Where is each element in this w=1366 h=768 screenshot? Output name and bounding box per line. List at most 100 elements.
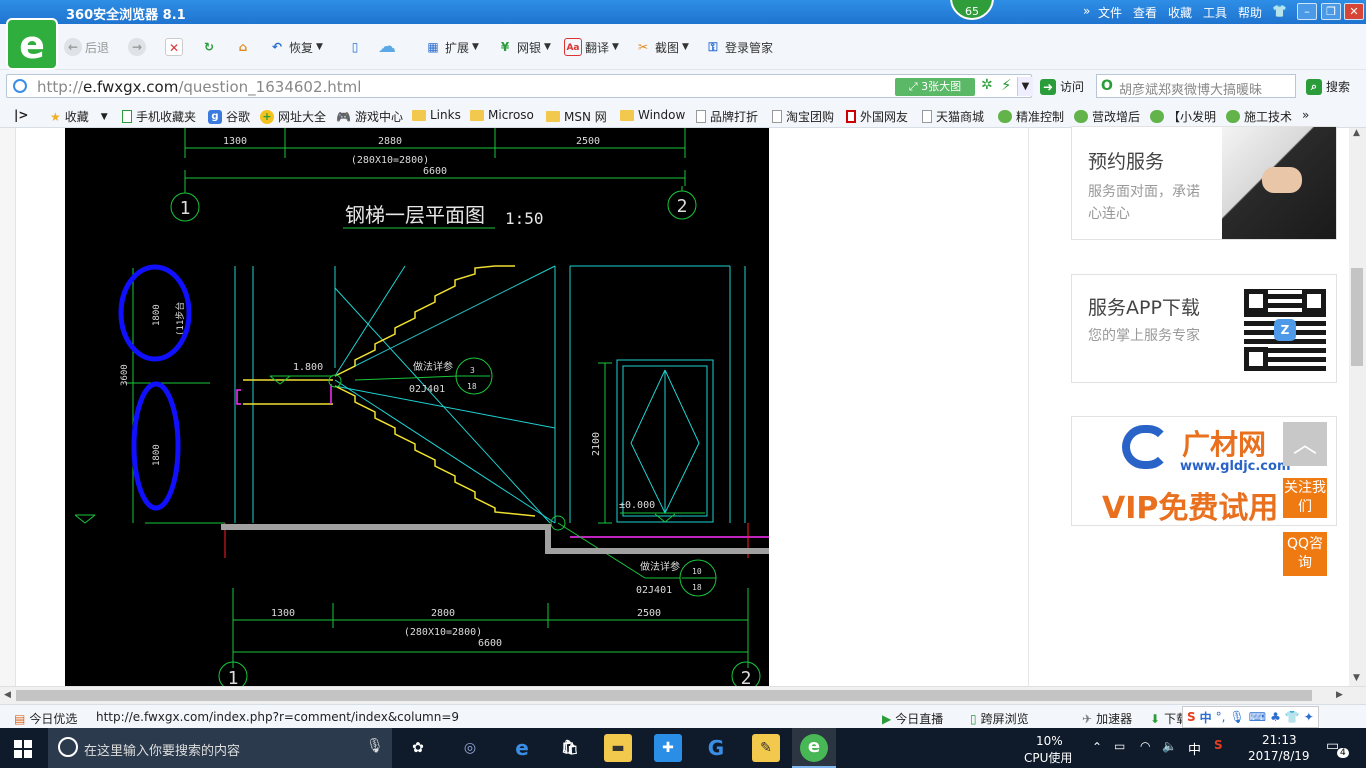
scroll-down-icon[interactable]: ▼	[1353, 673, 1360, 683]
login-manager-button[interactable]: ⚿ 登录管家	[704, 36, 773, 58]
star-icon: ★	[50, 109, 61, 124]
cad-drawing-title: 钢梯一层平面图	[345, 203, 485, 227]
browser-360-icon[interactable]: ◎	[456, 734, 484, 762]
bookmark-item[interactable]: 🎮 游戏中心	[336, 108, 403, 125]
today-picks-button[interactable]: ▤ 今日优选	[14, 710, 77, 727]
score-badge[interactable]: 65	[950, 0, 994, 20]
edge-icon[interactable]: e	[508, 734, 536, 762]
clock-date[interactable]: 2017/8/19	[1248, 749, 1310, 763]
vertical-scrollbar[interactable]: ▲ ▼	[1349, 128, 1366, 686]
taskbar-search[interactable]: 在这里输入你要搜索的内容 🎙	[48, 728, 392, 768]
bookmark-item[interactable]: 天猫商城	[922, 108, 984, 125]
screenshot-button[interactable]: ✂ 截图 ▼	[634, 36, 689, 58]
live-button[interactable]: ▶ 今日直播	[882, 710, 943, 727]
app-plus-icon[interactable]: ✚	[654, 734, 682, 762]
vertical-scroll-thumb[interactable]	[1351, 268, 1363, 366]
menu-view[interactable]: 查看	[1133, 4, 1157, 21]
clock-time[interactable]: 21:13	[1262, 733, 1297, 747]
cross-screen-button[interactable]: ▯ 跨屏浏览	[970, 710, 1029, 727]
visit-button[interactable]: ➜ 访问	[1040, 78, 1084, 95]
search-box[interactable]: O 胡彦斌郑爽微博大搞暖昧	[1096, 74, 1296, 98]
cloud-button[interactable]: ☁	[378, 36, 396, 58]
tray-expand-icon[interactable]: ⌃	[1092, 740, 1102, 754]
bookmark-item[interactable]: 精准控制	[998, 108, 1064, 125]
file-explorer-icon[interactable]: ▬	[604, 734, 632, 762]
menu-file[interactable]: 文件	[1098, 4, 1122, 21]
shirt-icon[interactable]: 👕	[1272, 4, 1287, 18]
stop-button[interactable]: ✕	[165, 36, 183, 58]
app-download-card[interactable]: 服务APP下载 您的掌上服务专家 Z	[1071, 274, 1337, 383]
bookmark-item[interactable]: 营改增后	[1074, 108, 1140, 125]
bookmark-item[interactable]: Links	[412, 108, 461, 122]
notepad-icon[interactable]: ✎	[752, 734, 780, 762]
address-url[interactable]: http://e.fwxgx.com/question_1634602.html	[37, 78, 361, 96]
scroll-left-icon[interactable]: ◀	[4, 690, 11, 700]
translate-button[interactable]: Aa 翻译 ▼	[564, 36, 619, 58]
windows-start-icon[interactable]	[14, 740, 32, 758]
menu-help[interactable]: 帮助	[1238, 4, 1262, 21]
browser-logo-icon[interactable]: e	[6, 18, 58, 70]
big-image-button[interactable]: ⤢ 3张大图	[895, 78, 975, 96]
back-to-top-button[interactable]: ︿	[1283, 422, 1327, 466]
sidebar-toggle-icon[interactable]: |>	[14, 108, 28, 122]
store-icon[interactable]: 🛍	[556, 734, 584, 762]
menu-tools[interactable]: 工具	[1203, 4, 1227, 21]
sogou-tray-icon[interactable]: S	[1214, 738, 1223, 752]
ime-indicator[interactable]: 中	[1188, 739, 1201, 758]
scroll-up-icon[interactable]: ▲	[1353, 128, 1360, 138]
cad-detail-std-1: 02J401	[409, 384, 445, 395]
close-button[interactable]: ✕	[1344, 3, 1364, 20]
bookmark-item[interactable]: g 谷歌	[208, 108, 250, 125]
bookmark-item[interactable]: Microso	[470, 108, 534, 122]
bookmark-item[interactable]: 施工技术	[1226, 108, 1292, 125]
wifi-icon[interactable]: ◠	[1140, 739, 1150, 753]
cad-axis-2-top: 2	[677, 196, 688, 217]
chevron-down-icon[interactable]: ▼	[1017, 77, 1033, 96]
follow-us-button[interactable]: 关注我们	[1283, 478, 1327, 518]
bookmark-item[interactable]: MSN 网	[546, 108, 607, 125]
bookmarks-overflow-icon[interactable]: »	[1302, 108, 1309, 122]
accelerator-button[interactable]: ✈ 加速器	[1082, 710, 1132, 727]
forward-button[interactable]: →	[128, 36, 146, 58]
microphone-icon[interactable]: 🎙	[366, 738, 384, 754]
yen-icon: ¥	[500, 40, 510, 54]
phone-button[interactable]: ▯	[346, 36, 364, 58]
bookmark-item[interactable]: 【小发明	[1150, 108, 1216, 125]
search-input[interactable]: 胡彦斌郑爽微博大搞暖昧	[1119, 79, 1293, 98]
scroll-right-icon[interactable]: ▶	[1336, 690, 1343, 700]
extensions-button[interactable]: ▦ 扩展 ▼	[424, 36, 479, 58]
bookmark-item[interactable]: 淘宝团购	[772, 108, 834, 125]
search-button[interactable]: ⌕ 搜索	[1306, 78, 1350, 95]
tray-device-icon[interactable]: ▭	[1114, 739, 1125, 753]
ime-toolbar[interactable]: S 中 °, 🎙 ⌨ ♣ 👕 ✦	[1182, 706, 1319, 728]
bookmark-item[interactable]: 品牌打折	[696, 108, 758, 125]
qq-consult-button[interactable]: QQ咨询	[1283, 532, 1327, 576]
restore-tabs-button[interactable]: ↶ 恢复 ▼	[268, 36, 323, 58]
chevron-double-icon[interactable]: »	[1083, 4, 1090, 18]
cad-dim-top-2: 2500	[576, 136, 600, 147]
bookmark-item[interactable]: 手机收藏夹	[122, 108, 196, 125]
home-button[interactable]: ⌂	[234, 36, 252, 58]
bookmark-item[interactable]: 外国网友	[846, 108, 908, 125]
address-bar[interactable]: http://e.fwxgx.com/question_1634602.html…	[6, 74, 1033, 98]
appointment-card[interactable]: 预约服务 服务面对面，承诺心连心	[1071, 126, 1337, 240]
task-view-icon[interactable]: ✿	[404, 734, 432, 762]
restore-button[interactable]: ❐	[1321, 3, 1341, 20]
volume-icon[interactable]: 🔈	[1162, 739, 1177, 753]
menu-favorites[interactable]: 收藏	[1168, 4, 1192, 21]
refresh-icon[interactable]: ✲	[981, 77, 993, 93]
horizontal-scrollbar[interactable]: ◀ ▶	[0, 686, 1366, 704]
bookmark-item[interactable]: + 网址大全	[260, 108, 326, 125]
site-info-icon[interactable]	[13, 79, 27, 93]
back-button[interactable]: ← 后退	[64, 36, 109, 58]
minimize-button[interactable]: –	[1297, 3, 1317, 20]
bookmark-item[interactable]: Window	[620, 108, 685, 122]
bookmark-item[interactable]: ★ 收藏 ▼	[50, 108, 108, 125]
taskbar-search-input[interactable]: 在这里输入你要搜索的内容	[84, 740, 240, 759]
refresh-button[interactable]: ↻	[200, 36, 218, 58]
glodon-icon[interactable]: G	[702, 734, 730, 762]
horizontal-scroll-thumb[interactable]	[16, 690, 1312, 701]
netbank-button[interactable]: ¥ 网银 ▼	[496, 36, 551, 58]
play-icon: ▶	[882, 711, 892, 726]
lightning-icon[interactable]: ⚡	[1001, 76, 1012, 94]
